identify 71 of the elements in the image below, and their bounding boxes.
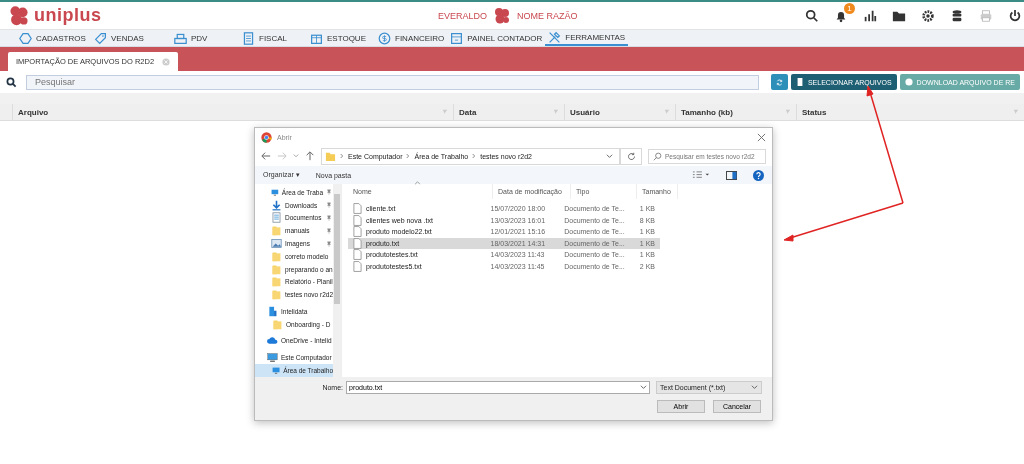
- panel-icon: [450, 31, 464, 45]
- menu-item[interactable]: PAINEL CONTADOR: [447, 30, 546, 46]
- tools-icon: [548, 30, 562, 44]
- text-file-icon: [353, 237, 362, 249]
- column-header[interactable]: Status: [802, 107, 827, 117]
- menu-item[interactable]: FISCAL: [239, 30, 307, 46]
- building-icon: [267, 305, 278, 317]
- text-file-icon: [353, 226, 362, 238]
- refresh-icon: [775, 76, 783, 88]
- text-file-icon: [353, 203, 362, 215]
- search-icon: [653, 151, 662, 161]
- logo-icon: [493, 6, 512, 25]
- chevron-down-icon[interactable]: [606, 152, 613, 160]
- brand-name: uniplus: [34, 5, 102, 26]
- menu-item[interactable]: VENDAS: [91, 30, 171, 46]
- up-arrow-icon[interactable]: [305, 151, 315, 161]
- menu-item[interactable]: PDV: [171, 30, 239, 46]
- folder-icon: [271, 276, 282, 288]
- column-header[interactable]: Usuário: [570, 107, 600, 117]
- user-name: EVERALDO: [438, 10, 488, 21]
- text-file-icon: [353, 260, 362, 272]
- file-icon: [795, 78, 804, 86]
- tag-icon: [94, 31, 107, 45]
- column-header[interactable]: Arquivo: [18, 107, 49, 117]
- column-header[interactable]: Tamanho (kb): [681, 107, 733, 117]
- chevron-right-icon: [340, 153, 344, 159]
- scrollbar[interactable]: [333, 184, 341, 377]
- logo-icon: [8, 4, 30, 27]
- register-icon: [174, 31, 187, 45]
- monitor-icon: [272, 365, 281, 377]
- refresh-button[interactable]: [620, 147, 642, 165]
- menu-item[interactable]: FINANCEIRO: [375, 30, 448, 46]
- chevron-down-icon: [751, 384, 758, 391]
- menu-item[interactable]: CADASTROS: [16, 30, 91, 46]
- search-field[interactable]: Pesquisar: [26, 74, 759, 90]
- close-icon[interactable]: [757, 132, 766, 142]
- folder-icon: [325, 150, 336, 162]
- search-icon: [6, 76, 17, 88]
- chevron-down-icon[interactable]: [640, 384, 647, 391]
- folder-icon: [271, 250, 282, 262]
- menu-item[interactable]: ESTOQUE: [307, 30, 375, 46]
- browser-logo-icon: [261, 131, 272, 143]
- notification-badge: 1: [844, 2, 855, 14]
- refresh-icon: [626, 151, 636, 161]
- doc-icon: [242, 31, 255, 45]
- help-icon[interactable]: [753, 169, 764, 181]
- hexagon-icon: [19, 31, 32, 45]
- folder-icon: [271, 263, 282, 275]
- text-file-icon: [353, 214, 362, 226]
- chevron-right-icon: [472, 153, 477, 159]
- column-header[interactable]: Data: [459, 107, 477, 117]
- chevron-right-icon: [406, 153, 411, 159]
- refresh-button[interactable]: [770, 74, 788, 90]
- dollar-icon: [378, 31, 391, 45]
- folder-icon: [271, 225, 282, 237]
- view-options-icon[interactable]: [692, 170, 710, 180]
- forward-arrow-icon: [277, 151, 287, 161]
- sort-caret-icon: [414, 181, 421, 185]
- search-icon[interactable]: [803, 8, 819, 23]
- text-file-icon: [353, 249, 362, 261]
- image-icon: [271, 238, 282, 249]
- download-icon: [271, 199, 282, 211]
- computer-icon: [267, 352, 278, 364]
- folder-icon: [271, 289, 282, 301]
- document-icon: [271, 212, 282, 224]
- company-name: NOME RAZÃO: [517, 10, 578, 21]
- back-arrow-icon[interactable]: [261, 151, 271, 161]
- preview-pane-icon[interactable]: [726, 170, 737, 180]
- cloud-icon: [267, 335, 278, 347]
- chat-bubble-icon: [904, 78, 913, 86]
- folder-icon: [272, 318, 283, 330]
